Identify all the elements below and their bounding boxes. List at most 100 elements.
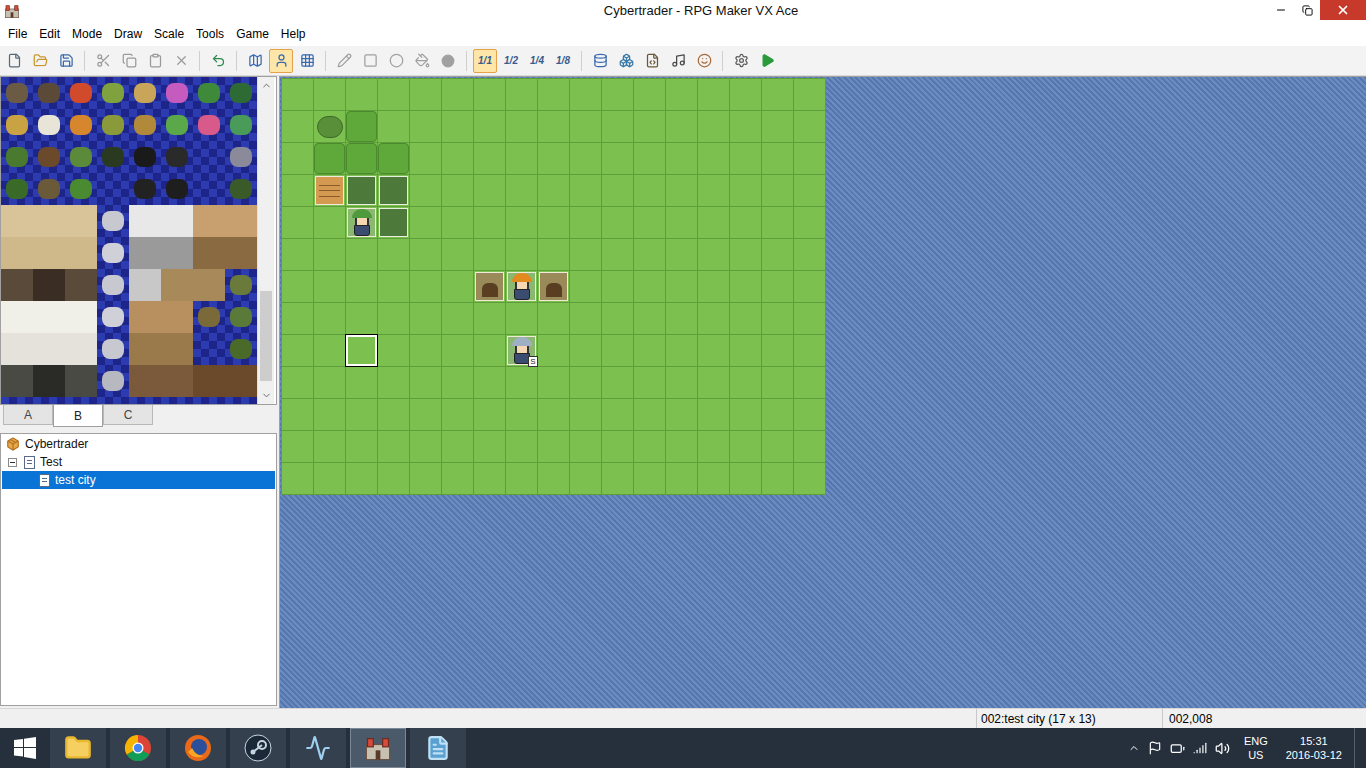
map-cell[interactable] [314,367,346,399]
map-cell[interactable] [602,303,634,335]
map-cell[interactable] [634,463,666,495]
tree-item[interactable]: test city [2,471,275,489]
tree-item[interactable]: Cybertrader [2,435,275,453]
event-marker[interactable] [539,272,568,301]
map-cell[interactable] [346,463,378,495]
options-button[interactable] [729,49,753,73]
map-cell[interactable] [762,175,794,207]
map-cell[interactable] [666,207,698,239]
map-cell[interactable] [506,399,538,431]
mode-button[interactable] [243,49,267,73]
map-cell[interactable] [762,207,794,239]
map-cell[interactable] [378,207,410,239]
map-cell[interactable] [378,111,410,143]
map-cell[interactable] [538,271,570,303]
tileset-tile[interactable] [65,365,97,397]
tileset-tile[interactable] [225,173,257,205]
start-button[interactable] [0,728,50,768]
event-marker[interactable] [347,176,376,205]
tileset-scrollbar[interactable] [257,77,274,404]
map-cell[interactable] [794,79,826,111]
map-cell[interactable] [346,111,378,143]
map-cell[interactable] [666,335,698,367]
map-cell[interactable] [602,207,634,239]
map-cell[interactable] [314,207,346,239]
taskbar-app[interactable] [410,728,466,768]
tileset-tile[interactable] [1,77,33,109]
taskbar-app[interactable] [170,728,226,768]
map-cell[interactable] [730,111,762,143]
map-cell[interactable] [346,367,378,399]
scale-button[interactable]: 1/4 [525,49,549,73]
taskbar-app[interactable] [230,728,286,768]
tileset-tile[interactable] [129,109,161,141]
map-cell[interactable] [314,399,346,431]
map-cell[interactable] [794,111,826,143]
map-cell[interactable] [282,175,314,207]
tileset-tile[interactable] [33,109,65,141]
map-cell[interactable] [442,207,474,239]
map-cell[interactable] [762,143,794,175]
menu-item[interactable]: Tools [190,25,230,43]
battery-icon[interactable] [1170,741,1185,756]
map-cell[interactable] [762,367,794,399]
map-cell[interactable] [666,143,698,175]
pencil-button[interactable] [332,49,356,73]
map-cell[interactable] [570,335,602,367]
map-cell[interactable] [570,239,602,271]
map-cell[interactable] [634,143,666,175]
map-cell[interactable] [570,271,602,303]
map-cell[interactable] [570,79,602,111]
event-marker[interactable] [379,176,408,205]
map-cell[interactable] [346,303,378,335]
network-icon[interactable] [1193,741,1207,755]
tileset-tile[interactable] [129,77,161,109]
tileset-tile[interactable] [225,77,257,109]
map-cell[interactable] [602,239,634,271]
map-cell[interactable] [730,271,762,303]
delete-button[interactable] [169,49,193,73]
map-cell[interactable] [698,271,730,303]
tileset-tile[interactable] [1,333,33,365]
map-cell[interactable] [698,367,730,399]
tileset-tile[interactable] [1,109,33,141]
map-cell[interactable] [666,367,698,399]
scroll-thumb[interactable] [260,291,272,381]
tileset-tile[interactable] [193,173,225,205]
map-cell[interactable] [570,207,602,239]
tileset-tile[interactable] [129,365,161,397]
map-cell[interactable] [346,143,378,175]
map-cell[interactable] [602,143,634,175]
map-cell[interactable] [378,463,410,495]
map-cell[interactable] [506,175,538,207]
map-cell[interactable] [762,431,794,463]
map-cell[interactable] [442,335,474,367]
tree-item[interactable]: Test [2,453,275,471]
playtest-button[interactable] [755,49,779,73]
tileset-tile[interactable] [65,77,97,109]
close-button[interactable] [1320,0,1366,20]
menu-item[interactable]: Game [230,25,275,43]
scale-button[interactable]: 1/2 [499,49,523,73]
tileset-tile[interactable] [33,173,65,205]
map-cell[interactable] [762,303,794,335]
map-cell[interactable] [730,207,762,239]
map-cell[interactable] [666,271,698,303]
tileset-tile[interactable] [1,141,33,173]
map-cell[interactable]: S [506,335,538,367]
map-cell[interactable] [602,399,634,431]
map-cell[interactable] [730,463,762,495]
map-cell[interactable] [794,175,826,207]
map-cell[interactable] [282,463,314,495]
map-cell[interactable] [410,207,442,239]
tileset-tile[interactable] [193,77,225,109]
event-marker[interactable]: S [507,336,536,365]
tileset-palette[interactable] [1,77,257,404]
map-cell[interactable] [346,399,378,431]
tileset-tile[interactable] [65,237,97,269]
undo-button[interactable] [206,49,230,73]
tileset-tile[interactable] [97,269,129,301]
map-cell[interactable] [506,207,538,239]
event-marker[interactable] [379,208,408,237]
map-cell[interactable] [282,367,314,399]
